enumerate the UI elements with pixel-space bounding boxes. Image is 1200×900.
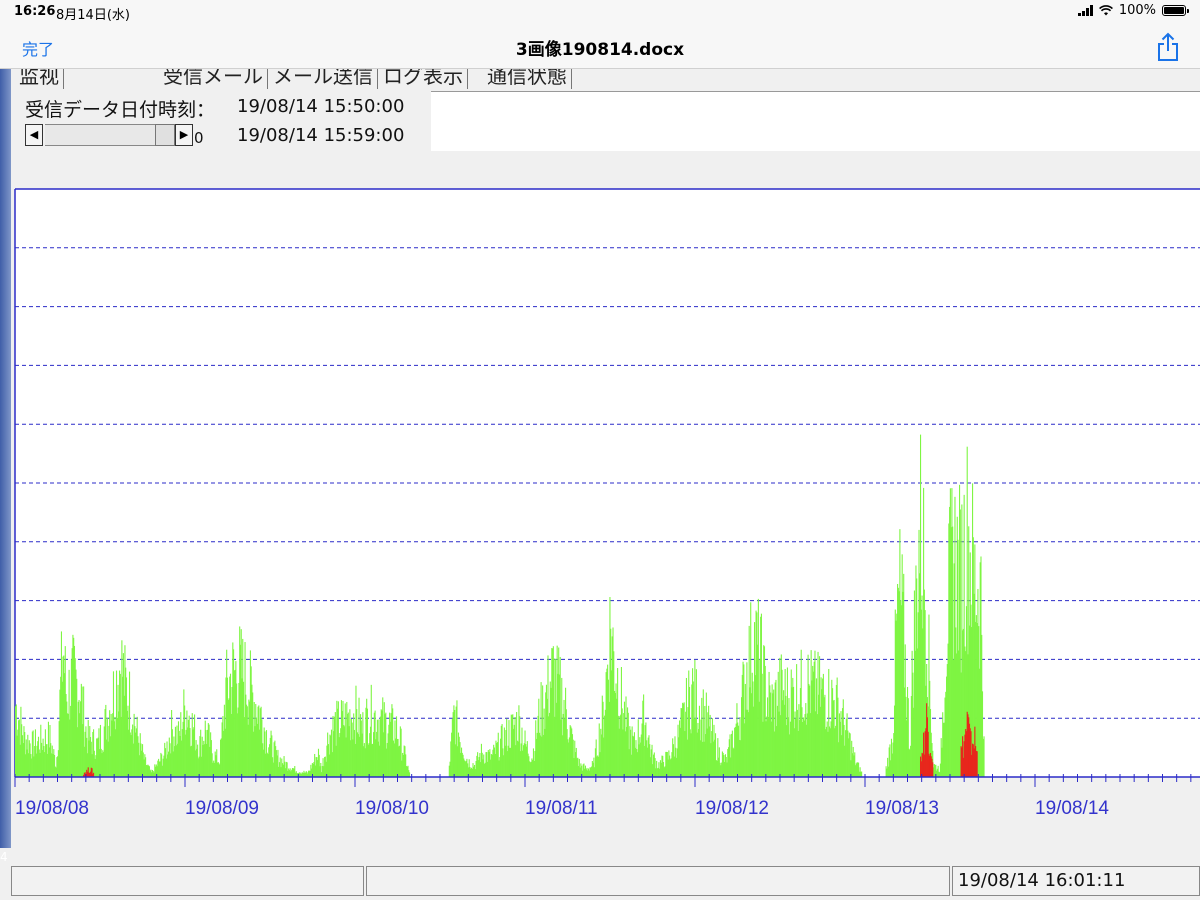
left-edge-number: 4 bbox=[0, 850, 8, 864]
left-window-edge bbox=[0, 69, 11, 900]
bottom-status-bar: 19/08/14 16:01:11 bbox=[0, 848, 1200, 900]
scroll-value: 0 bbox=[194, 129, 204, 147]
chart-area: 19/08/08 19/08/09 19/08/10 19/08/11 19/08/12… bbox=[11, 151, 1200, 848]
x-tick-label: 19/08/08 bbox=[15, 798, 89, 819]
x-tick-label: 19/08/09 bbox=[185, 798, 259, 819]
tab-log-view[interactable]: ログ表示 bbox=[383, 69, 468, 89]
traffic-chart: 19/08/08 19/08/09 19/08/10 19/08/11 19/08/12… bbox=[14, 188, 1200, 819]
tab-received-mail[interactable]: 受信メール bbox=[163, 69, 268, 89]
x-tick-label: 19/08/11 bbox=[525, 798, 598, 819]
document-nav-bar: 完了 3画像190814.docx bbox=[0, 22, 1200, 69]
status-panel-2 bbox=[366, 866, 950, 896]
green-bar bbox=[861, 771, 863, 777]
red-bar bbox=[976, 751, 978, 777]
received-time-start: 19/08/14 15:50:00 bbox=[237, 96, 405, 117]
scroll-thumb[interactable] bbox=[155, 124, 175, 146]
scroll-track[interactable] bbox=[45, 124, 155, 146]
cellular-signal-icon bbox=[1077, 5, 1093, 16]
document-content: 监视 受信メール メール送信 ログ表示 通信状態 受信データ日付時刻： 19/0… bbox=[0, 69, 1200, 900]
ios-status-bar: 16:26 8月14日(水) 100% bbox=[0, 0, 1200, 23]
status-clock: 19/08/14 16:01:11 bbox=[958, 870, 1126, 891]
document-title: 3画像190814.docx bbox=[515, 40, 685, 60]
battery-icon bbox=[1162, 5, 1189, 16]
share-icon[interactable] bbox=[1156, 32, 1180, 62]
x-tick-label: 19/08/10 bbox=[355, 798, 429, 819]
received-data-label: 受信データ日付時刻： bbox=[25, 99, 216, 121]
x-tick-label: 19/08/14 bbox=[1035, 798, 1109, 819]
status-panel-1 bbox=[11, 866, 364, 896]
wifi-icon bbox=[1098, 5, 1113, 16]
scroll-right-button[interactable]: ▶ bbox=[175, 124, 193, 146]
scroll-left-button[interactable]: ◀ bbox=[25, 124, 43, 146]
received-data-panel: 受信データ日付時刻： 19/08/14 15:50:00 19/08/14 15… bbox=[11, 91, 431, 151]
time-scrollbar[interactable]: ◀ ▶ bbox=[25, 124, 193, 148]
status-icons: 100% bbox=[1077, 3, 1189, 18]
tab-communication-status[interactable]: 通信状態 bbox=[487, 69, 572, 89]
received-time-end: 19/08/14 15:59:00 bbox=[237, 125, 405, 146]
x-tick-label: 19/08/12 bbox=[695, 798, 769, 819]
tab-row: 监视 受信メール メール送信 ログ表示 通信状態 bbox=[11, 69, 1200, 92]
red-bar bbox=[932, 762, 934, 777]
green-bar bbox=[983, 736, 985, 777]
tab-monitor[interactable]: 监视 bbox=[19, 69, 64, 89]
status-time: 16:26 bbox=[14, 4, 56, 19]
tab-send-mail[interactable]: メール送信 bbox=[273, 69, 378, 89]
battery-fill bbox=[1164, 7, 1184, 14]
battery-percent: 100% bbox=[1118, 3, 1156, 18]
x-tick-label: 19/08/13 bbox=[865, 798, 939, 819]
status-date: 8月14日(水) bbox=[56, 8, 130, 23]
